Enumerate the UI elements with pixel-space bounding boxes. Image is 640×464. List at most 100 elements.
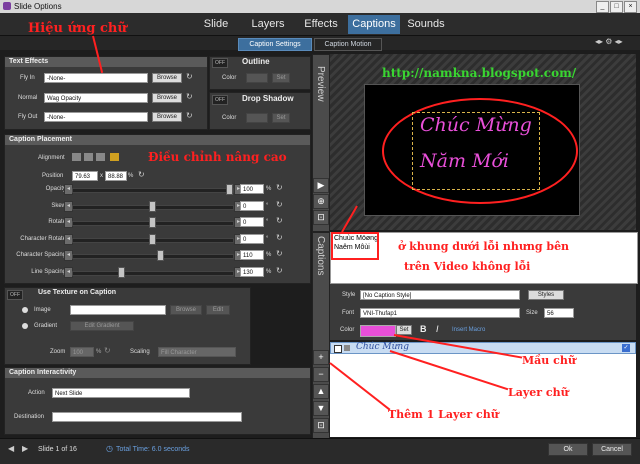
annotation-layer-chu: Layer chữ [508,386,569,399]
layer-row-checkbox[interactable] [334,345,342,353]
tab-effects[interactable]: Effects [298,15,344,34]
position-x-input[interactable]: 79.63 [72,171,98,181]
image-browse-button[interactable]: Browse [170,305,202,315]
reset-icon[interactable]: ↻ [186,72,193,81]
reset-icon[interactable]: ↻ [276,266,283,275]
layer-row-text: Chúc Mừng [356,342,409,352]
slider-value-input[interactable]: 110 [240,250,264,260]
tab-caption-motion[interactable]: Caption Motion [314,38,382,51]
color-set-button[interactable]: Set [396,325,412,335]
fly-in-select[interactable]: -None- [44,73,148,83]
close-button[interactable]: × [624,1,637,13]
maximize-button[interactable]: □ [610,1,623,13]
play-button[interactable]: ▶ [313,178,329,193]
reset-icon[interactable]: ↻ [276,200,283,209]
zoom-reset-icon[interactable]: ↻ [104,346,111,355]
annotation-hieu-ung: Hiệu ứng chữ [28,21,127,36]
image-radio[interactable] [22,307,28,313]
slider-thumb[interactable] [157,250,164,261]
text-effects-header: Text Effects [5,57,207,67]
fly-in-browse-button[interactable]: Browse [152,73,182,83]
normal-browse-button[interactable]: Browse [152,93,182,103]
align-center-icon[interactable] [84,153,93,161]
italic-button[interactable]: I [436,324,439,334]
align-anchor-icon[interactable] [110,153,119,161]
reset-icon[interactable]: ↻ [276,233,283,242]
align-left-icon[interactable] [72,153,81,161]
style-select[interactable]: [No Caption Style] [360,290,520,300]
drop-shadow-set-button[interactable]: Set [272,113,290,123]
scaling-select[interactable]: Fill Character [158,347,236,357]
tab-slide[interactable]: Slide [196,15,236,34]
slider-value-input[interactable]: 100 [240,184,264,194]
zoom-icon[interactable]: ⊕ [313,194,329,209]
bold-button[interactable]: B [420,324,427,334]
fly-out-select[interactable]: -None- [44,112,148,122]
slider-thumb[interactable] [149,217,156,228]
image-edit-button[interactable]: Edit [206,305,230,315]
placement-row-label: Character Spacing [16,252,66,258]
slider-thumb[interactable] [118,267,125,278]
fit-icon[interactable]: ⊡ [313,210,329,225]
app-icon [3,2,11,10]
move-down-button[interactable]: ▼ [313,401,329,416]
reset-icon[interactable]: ↻ [276,183,283,192]
tab-captions[interactable]: Captions [348,15,400,34]
slider-value-input[interactable]: 0 [240,217,264,227]
reset-icon[interactable]: ↻ [186,92,193,101]
slider-track[interactable] [72,188,234,193]
layer-row-icon [344,345,350,351]
outline-set-button[interactable]: Set [272,73,290,83]
styles-button[interactable]: Styles [528,290,564,300]
cancel-button[interactable]: Cancel [592,443,632,456]
reset-icon[interactable]: ↻ [276,216,283,225]
add-layer-button[interactable]: + [313,350,329,365]
slider-track[interactable] [72,271,234,276]
position-y-input[interactable]: 88.88 [105,171,127,181]
remove-layer-button[interactable]: − [313,367,329,382]
slider-value-input[interactable]: 0 [240,234,264,244]
action-select[interactable]: Next Slide [52,388,190,398]
slider-value-input[interactable]: 0 [240,201,264,211]
slider-thumb[interactable] [149,201,156,212]
color-swatch[interactable] [360,325,396,337]
size-label: Size [526,310,538,316]
size-select[interactable]: 56 [544,308,574,318]
zoom-input[interactable]: 100 [70,347,94,357]
nav-arrows-icon[interactable]: ◂▸ ⚙ ◂▸ [595,37,623,46]
ok-button[interactable]: Ok [548,443,588,456]
tab-caption-settings[interactable]: Caption Settings [238,38,312,51]
layer-options-icon[interactable]: ⊡ [313,418,329,433]
move-up-button[interactable]: ▲ [313,384,329,399]
align-right-icon[interactable] [96,153,105,161]
layer-visible-check-icon[interactable]: ✓ [622,344,630,352]
reset-icon[interactable]: ↻ [186,111,193,120]
drop-shadow-toggle[interactable]: OFF [212,95,228,105]
annotation-them-layer: Thêm 1 Layer chữ [388,408,499,421]
next-slide-icon[interactable]: ▶ [22,444,28,453]
destination-input[interactable] [52,412,242,422]
minimize-button[interactable]: _ [596,1,609,13]
edit-gradient-button[interactable]: Edit Gradient [70,321,134,331]
reset-icon[interactable]: ↻ [276,249,283,258]
outline-color-swatch[interactable] [246,73,268,83]
slider-track[interactable] [72,254,234,259]
normal-select[interactable]: Wag Opacity [44,93,148,103]
gradient-radio[interactable] [22,323,28,329]
tab-layers[interactable]: Layers [244,15,292,34]
slider-value-input[interactable]: 130 [240,267,264,277]
position-unit: % [128,173,134,179]
image-path-input[interactable] [70,305,166,315]
total-time: Total Time: 6.0 seconds [116,446,190,453]
position-reset-icon[interactable]: ↻ [138,170,145,179]
insert-macro-link[interactable]: Insert Macro [452,327,485,333]
drop-shadow-color-swatch[interactable] [246,113,268,123]
slider-thumb[interactable] [226,184,233,195]
texture-toggle[interactable]: OFF [7,290,23,300]
fly-out-browse-button[interactable]: Browse [152,112,182,122]
outline-toggle[interactable]: OFF [212,58,228,68]
font-select[interactable]: VNI-Thufap1 [360,308,520,318]
prev-slide-icon[interactable]: ◀ [8,444,14,453]
slider-thumb[interactable] [149,234,156,245]
tab-sounds[interactable]: Sounds [404,15,448,34]
